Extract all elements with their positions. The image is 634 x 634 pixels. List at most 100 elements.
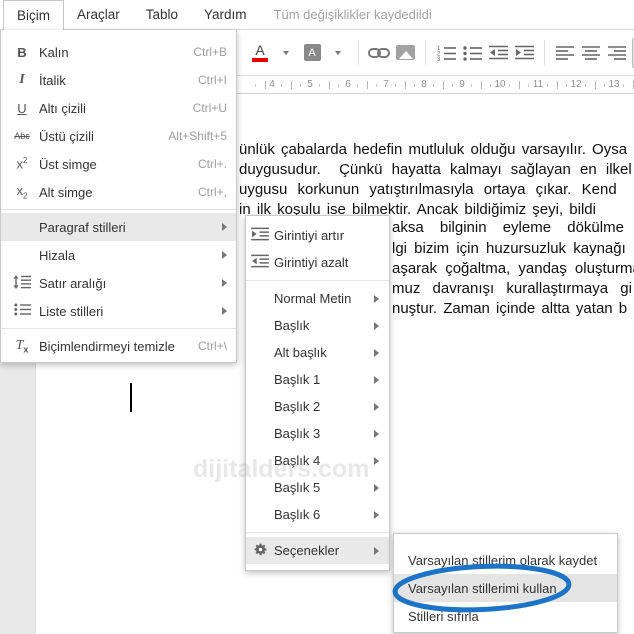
submenu-arrow-icon (374, 510, 379, 519)
svg-text:3: 3 (437, 57, 441, 61)
indent-increase-icon (250, 227, 270, 244)
menu-separator (1, 209, 236, 210)
caret-down-icon (283, 50, 289, 55)
menu-separator (246, 280, 389, 281)
indent-increase-button[interactable] (513, 38, 535, 68)
ruler-number: 4 (267, 79, 277, 90)
menu-bicim[interactable]: Biçim (3, 0, 64, 30)
menu-item-secenekler[interactable]: Seçenekler (246, 537, 389, 564)
ruler-number: 10 (492, 79, 508, 90)
indent-decrease-icon (250, 254, 270, 271)
ruler-number: 9 (457, 79, 467, 90)
paragraph-styles-submenu: Girintiyi artır Girintiyi azalt Normal M… (245, 215, 390, 571)
doc-text-line: aşarak çoğaltma, yandaş oluşturma (392, 260, 634, 277)
menu-item-varsayilan-kaydet[interactable]: Varsayılan stillerim olarak kaydet (394, 546, 617, 574)
menu-item-alt-simge[interactable]: x2 Alt simge Ctrl+, (1, 178, 236, 206)
clear-formatting-icon: Tx (15, 338, 29, 355)
bulleted-list-button[interactable] (461, 38, 483, 68)
menu-item-italik[interactable]: I İtalik Ctrl+I (1, 66, 236, 94)
bold-icon: B (17, 44, 27, 60)
align-center-button[interactable] (580, 38, 602, 68)
image-icon (395, 45, 415, 60)
ruler-number: 6 (343, 79, 353, 90)
menu-item-normal-metin[interactable]: Normal Metin (246, 285, 389, 312)
ruler-number: 11 (530, 79, 546, 90)
numbered-list-icon: 123 (437, 46, 456, 61)
menu-item-baslik[interactable]: Başlık (246, 312, 389, 339)
numbered-list-button[interactable]: 123 (435, 38, 457, 68)
menu-item-paragraf-stilleri[interactable]: Paragraf stilleri (1, 213, 236, 241)
menu-item-alti-cizili[interactable]: U Altı çizili Ctrl+U (1, 94, 236, 122)
menu-separator (246, 532, 389, 533)
submenu-arrow-icon (374, 456, 379, 465)
format-menu: B Kalın Ctrl+B I İtalik Ctrl+I U Altı çi… (0, 30, 237, 363)
text-color-caret[interactable] (275, 38, 297, 68)
menu-item-satir-araligi[interactable]: Satır aralığı (1, 269, 236, 297)
strikethrough-icon: Abc (14, 131, 30, 141)
submenu-arrow-icon (374, 375, 379, 384)
text-color-icon: A (252, 43, 268, 62)
save-status: Tüm değişiklikler kaydedildi (273, 7, 432, 22)
menubar: Biçim Araçlar Tablo Yardım Tüm değişikli… (0, 0, 634, 30)
menu-item-ustu-cizili[interactable]: Abc Üstü çizili Alt+Shift+5 (1, 122, 236, 150)
highlight-color-button[interactable]: A (301, 38, 323, 68)
superscript-icon: x2 (16, 156, 28, 172)
underline-icon: U (17, 100, 27, 116)
align-center-icon (582, 45, 600, 60)
ruler-number: 7 (381, 79, 391, 90)
subscript-icon: x2 (16, 183, 28, 201)
italic-icon: I (19, 72, 25, 87)
menu-item-hizala[interactable]: Hizala (1, 241, 236, 269)
menu-item-varsayilan-kullan[interactable]: Varsayılan stillerimi kullan (394, 574, 617, 602)
align-right-button[interactable] (606, 38, 628, 68)
submenu-arrow-icon (374, 429, 379, 438)
menu-item-baslik-6[interactable]: Başlık 6 (246, 501, 389, 528)
menu-item-ust-simge[interactable]: x2 Üst simge Ctrl+. (1, 150, 236, 178)
menu-item-kalin[interactable]: B Kalın Ctrl+B (1, 38, 236, 66)
menu-separator (1, 328, 236, 329)
menu-yardim[interactable]: Yardım (191, 0, 260, 29)
insert-link-button[interactable] (368, 38, 390, 68)
highlight-color-caret[interactable] (327, 38, 349, 68)
submenu-arrow-icon (222, 223, 227, 231)
line-spacing-icon (9, 274, 35, 292)
align-left-button[interactable] (554, 38, 576, 68)
submenu-arrow-icon (374, 483, 379, 492)
indent-decrease-button[interactable] (487, 38, 509, 68)
menu-item-girintiyi-artir[interactable]: Girintiyi artır (246, 222, 389, 249)
doc-text-line: duygusudur. Çünkü hayatta kalmayı sağlay… (239, 161, 632, 178)
ruler-number: 5 (305, 79, 315, 90)
submenu-arrow-icon (222, 251, 227, 259)
doc-text-line: nuştur. Zaman içinde altta yatan b (392, 300, 628, 317)
menu-araclar[interactable]: Araçlar (64, 0, 133, 29)
watermark: dijitalders.com (193, 455, 370, 483)
caret-down-icon (335, 50, 341, 55)
submenu-arrow-icon (374, 348, 379, 357)
menu-item-liste-stilleri[interactable]: Liste stilleri (1, 297, 236, 325)
toolbar: A A 123 (237, 30, 634, 76)
menu-item-baslik-1[interactable]: Başlık 1 (246, 366, 389, 393)
submenu-arrow-icon (374, 321, 379, 330)
doc-text-line: muz davranışı kurallaştırmaya gi (392, 280, 632, 297)
doc-text-line: lgi bizim için huzursuzluk kaynağı (392, 240, 626, 257)
indent-increase-icon (514, 45, 534, 60)
toolbar-separator (425, 40, 426, 65)
menu-tablo[interactable]: Tablo (133, 0, 191, 29)
align-left-icon (556, 45, 574, 60)
menu-item-girintiyi-azalt[interactable]: Girintiyi azalt (246, 249, 389, 276)
menu-item-stilleri-sifirla[interactable]: Stilleri sıfırla (394, 602, 617, 630)
menu-item-bicimlendirmeyi-temizle[interactable]: Tx Biçimlendirmeyi temizle Ctrl+\ (1, 332, 236, 360)
menu-item-baslik-2[interactable]: Başlık 2 (246, 393, 389, 420)
toolbar-separator (544, 40, 545, 65)
align-right-icon (608, 45, 626, 60)
gear-icon (250, 542, 270, 560)
ruler-number: 12 (568, 79, 584, 90)
text-color-button[interactable]: A (249, 38, 271, 68)
google-docs-screen: ünlük çabalarda hedefin mutluluk olduğu … (0, 0, 634, 634)
bulleted-list-icon (462, 45, 482, 61)
doc-text-line: aksa bilginin eyleme dökülme (392, 219, 624, 236)
insert-image-button[interactable] (394, 38, 416, 68)
menu-item-alt-baslik[interactable]: Alt başlık (246, 339, 389, 366)
menu-item-baslik-3[interactable]: Başlık 3 (246, 420, 389, 447)
toolbar-separator (358, 40, 359, 65)
